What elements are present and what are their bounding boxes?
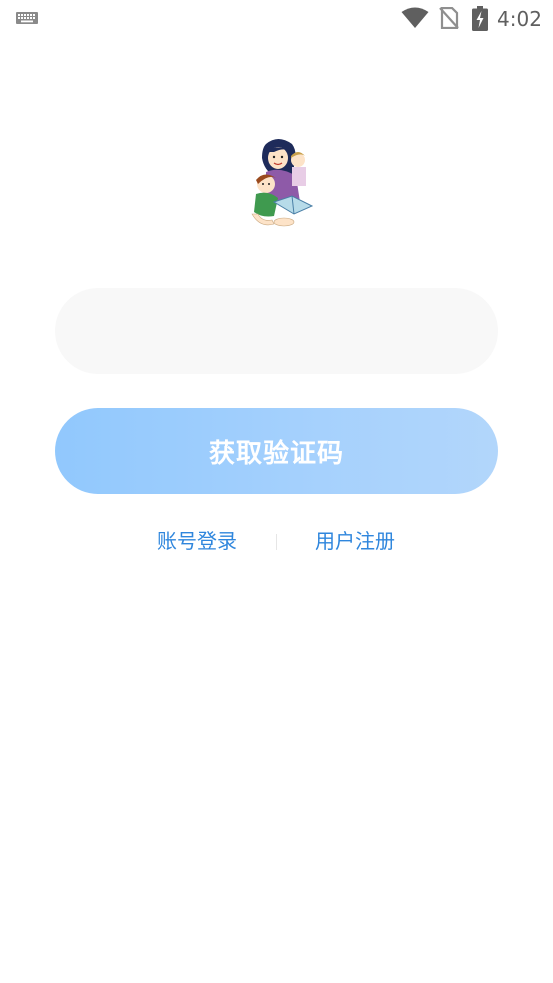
wifi-icon xyxy=(401,7,429,28)
keyboard-icon xyxy=(16,12,38,24)
user-register-link[interactable]: 用户注册 xyxy=(315,526,395,556)
mother-reading-illustration-icon xyxy=(251,139,314,227)
no-sim-icon xyxy=(439,7,459,29)
status-time: 4:02 xyxy=(497,7,542,31)
link-divider xyxy=(276,534,277,550)
battery-charging-icon xyxy=(472,6,488,31)
account-login-link[interactable]: 账号登录 xyxy=(157,526,237,556)
phone-number-input[interactable] xyxy=(55,288,498,374)
status-bar: 4:02 xyxy=(0,0,553,38)
get-verification-code-button[interactable]: 获取验证码 xyxy=(55,408,498,494)
